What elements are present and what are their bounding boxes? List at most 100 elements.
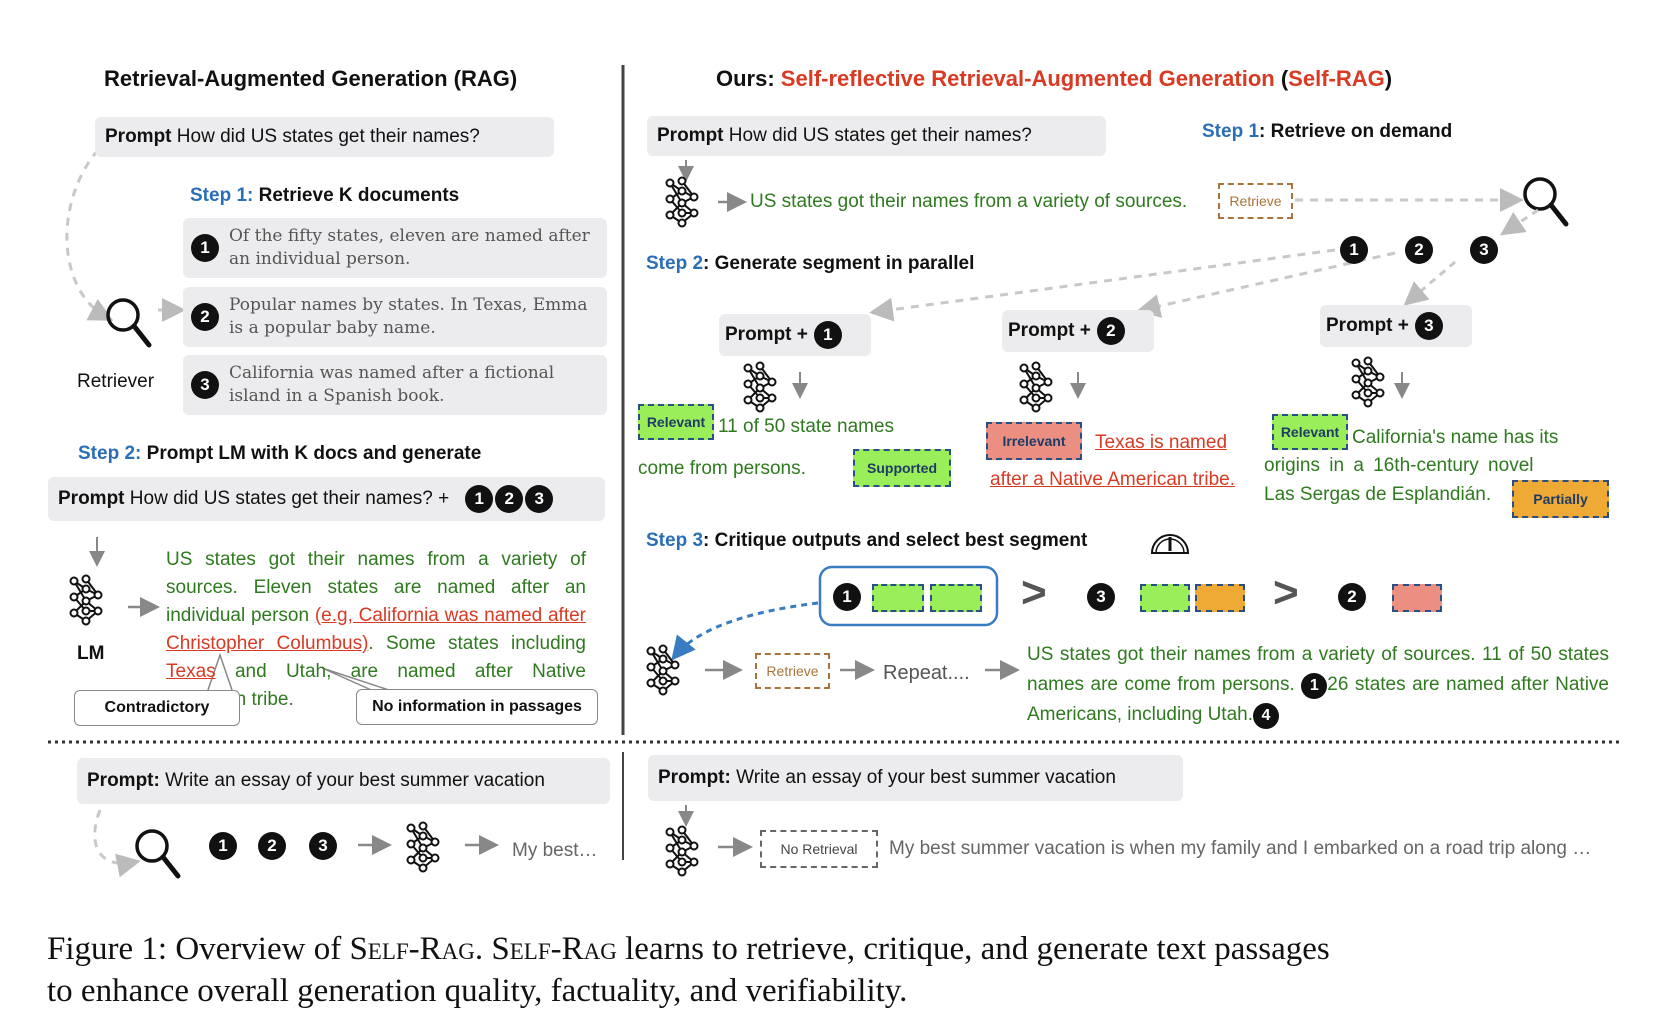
step-text: Retrieve K documents	[258, 185, 460, 206]
step-text: : Critique outputs and select best segme…	[703, 530, 1088, 551]
retrieved-doc-badge-1: 1	[1340, 236, 1368, 264]
doc-badge: 1	[813, 321, 842, 349]
segment-2-text-b: after a Native American tribe.	[990, 469, 1235, 490]
bottom-left-output: My best…	[512, 840, 598, 861]
lm-label: LM	[77, 643, 105, 664]
lm-icon-right	[665, 176, 699, 228]
bottom-right-output: My best summer vacation is when my famil…	[889, 838, 1592, 859]
lm-icon-seg2	[1019, 361, 1053, 413]
caption-line-2: to enhance overall generation quality, f…	[47, 973, 908, 1009]
title-short: Self-RAG	[1288, 66, 1385, 91]
doc-text: Of the fifty states, eleven are named af…	[229, 226, 590, 269]
prompt-text: How did US states get their names?	[176, 126, 480, 147]
retriever-icon	[108, 300, 149, 345]
rag-title: Retrieval-Augmented Generation (RAG)	[104, 66, 518, 91]
rank-1-supported-chip	[930, 584, 982, 612]
caption-text: learns to retrieve, critique, and genera…	[616, 931, 1330, 967]
caption-text: .	[474, 931, 492, 967]
retrieved-doc-1: 1 Of the fifty states, eleven are named …	[183, 218, 607, 278]
doc-badge-1: 1	[465, 485, 494, 513]
step-prefix: Step 1:	[190, 185, 254, 206]
doc-number-badge: 3	[191, 371, 219, 399]
prompt-text: Write an essay of your best summer vacat…	[165, 770, 545, 791]
no-info-callout: No information in passages	[356, 689, 598, 725]
prompt-label: Prompt:	[87, 770, 160, 791]
lm-icon-seg1	[743, 361, 777, 413]
bottom-doc-badge-2: 2	[258, 832, 286, 860]
caption-line-1: Figure 1: Overview of Self-Rag. Self-Rag…	[47, 928, 1637, 970]
gauge-icon	[1150, 534, 1190, 554]
method-name: Self-Rag	[349, 931, 475, 967]
rank-2-partially-chip	[1195, 584, 1245, 612]
rank-1-badge: 1	[833, 583, 861, 611]
self-rag-step1-heading: Step 1: Retrieve on demand	[1202, 121, 1452, 143]
prompt-label: Prompt	[105, 126, 172, 147]
step-text: : Retrieve on demand	[1259, 121, 1453, 142]
partially-token: Partially	[1512, 480, 1609, 518]
doc-text: Popular names by states. In Texas, Emma …	[229, 295, 588, 338]
prompt-label: Prompt	[58, 488, 125, 509]
title-paren: )	[1384, 66, 1393, 91]
rank-3-badge: 2	[1338, 583, 1366, 611]
figure-caption: Figure 1: Overview of Self-Rag. Self-Rag…	[47, 928, 1637, 1012]
self-rag-title: Ours: Self-reflective Retrieval-Augmente…	[716, 66, 1392, 92]
step-prefix: Step 3	[646, 530, 704, 551]
segment-3-text-b: origins in a 16th-century novel	[1264, 455, 1534, 476]
segment-3-text-a: California's name has its	[1352, 427, 1559, 448]
retrieved-doc-3: 3 California was named after a fictional…	[183, 355, 607, 415]
title-main: Self-reflective Retrieval-Augmented Gene…	[780, 66, 1275, 91]
title-paren: (	[1274, 66, 1289, 91]
contradictory-callout: Contradictory	[74, 690, 240, 726]
rank-2-relevant-chip	[1140, 584, 1190, 612]
rag-prompt-box: Prompt How did US states get their names…	[95, 117, 554, 157]
self-rag-step2-heading: Step 2: Generate segment in parallel	[646, 253, 974, 275]
supported-token: Supported	[853, 449, 951, 487]
relevant-token: Relevant	[1272, 414, 1348, 450]
segment-1-prompt: Prompt + 1	[719, 314, 871, 356]
greater-than-1: >	[1021, 568, 1047, 617]
lm-icon-final	[646, 644, 680, 696]
method-name: Self-Rag	[491, 931, 617, 967]
retrieved-doc-2: 2 Popular names by states. In Texas, Emm…	[183, 287, 607, 347]
rag-prompt-with-docs: Prompt How did US states get their names…	[48, 477, 605, 521]
step-prefix: Step 1	[1202, 121, 1260, 142]
lm-icon	[69, 574, 103, 626]
greater-than-2: >	[1273, 568, 1299, 617]
prompt-plus-label: Prompt +	[725, 324, 808, 345]
bottom-doc-badge-1: 1	[209, 832, 237, 860]
lm-icon-bottom-right	[665, 825, 699, 877]
self-rag-prompt-box: Prompt How did US states get their names…	[647, 116, 1106, 156]
segment-3-prompt: Prompt + 3	[1320, 305, 1472, 347]
doc-badge: 2	[1096, 317, 1125, 345]
self-rag-step3-heading: Step 3: Critique outputs and select best…	[646, 530, 1087, 552]
rank-3-irrelevant-chip	[1392, 584, 1442, 612]
prompt-plus-label: Prompt +	[1326, 315, 1409, 336]
output-text: . Some states including	[368, 633, 586, 654]
lm-icon-seg3	[1351, 356, 1385, 408]
citation-badge-4: 4	[1253, 703, 1279, 729]
doc-badge-2: 2	[495, 485, 524, 513]
unsupported-span: Texas	[166, 661, 216, 682]
citation-badge-1: 1	[1301, 673, 1328, 699]
retriever-icon-right	[1525, 179, 1566, 224]
step-text: : Generate segment in parallel	[703, 253, 975, 274]
doc-text: California was named after a fictional i…	[229, 363, 555, 406]
title-prefix: Ours:	[716, 66, 781, 91]
rank-1-relevant-chip	[872, 584, 924, 612]
retrieved-doc-badge-3: 3	[1470, 236, 1498, 264]
prompt-label: Prompt	[657, 125, 724, 146]
prompt-text: How did US states get their names?	[728, 125, 1032, 146]
prompt-label: Prompt:	[658, 767, 731, 788]
prompt-text: Write an essay of your best summer vacat…	[736, 767, 1116, 788]
doc-number-badge: 2	[191, 303, 219, 331]
rank-2-badge: 3	[1087, 583, 1115, 611]
bottom-right-prompt: Prompt: Write an essay of your best summ…	[648, 755, 1183, 801]
relevant-token: Relevant	[638, 404, 714, 440]
retrieve-token-final: Retrieve	[755, 653, 830, 689]
prompt-plus-label: Prompt +	[1008, 320, 1091, 341]
step-text: Prompt LM with K docs and generate	[146, 443, 482, 464]
repeat-label: Repeat....	[883, 662, 970, 684]
segment-1-text-a: 11 of 50 state names	[718, 416, 895, 437]
irrelevant-token: Irrelevant	[986, 422, 1082, 460]
caption-text: Figure 1: Overview of	[47, 931, 350, 967]
